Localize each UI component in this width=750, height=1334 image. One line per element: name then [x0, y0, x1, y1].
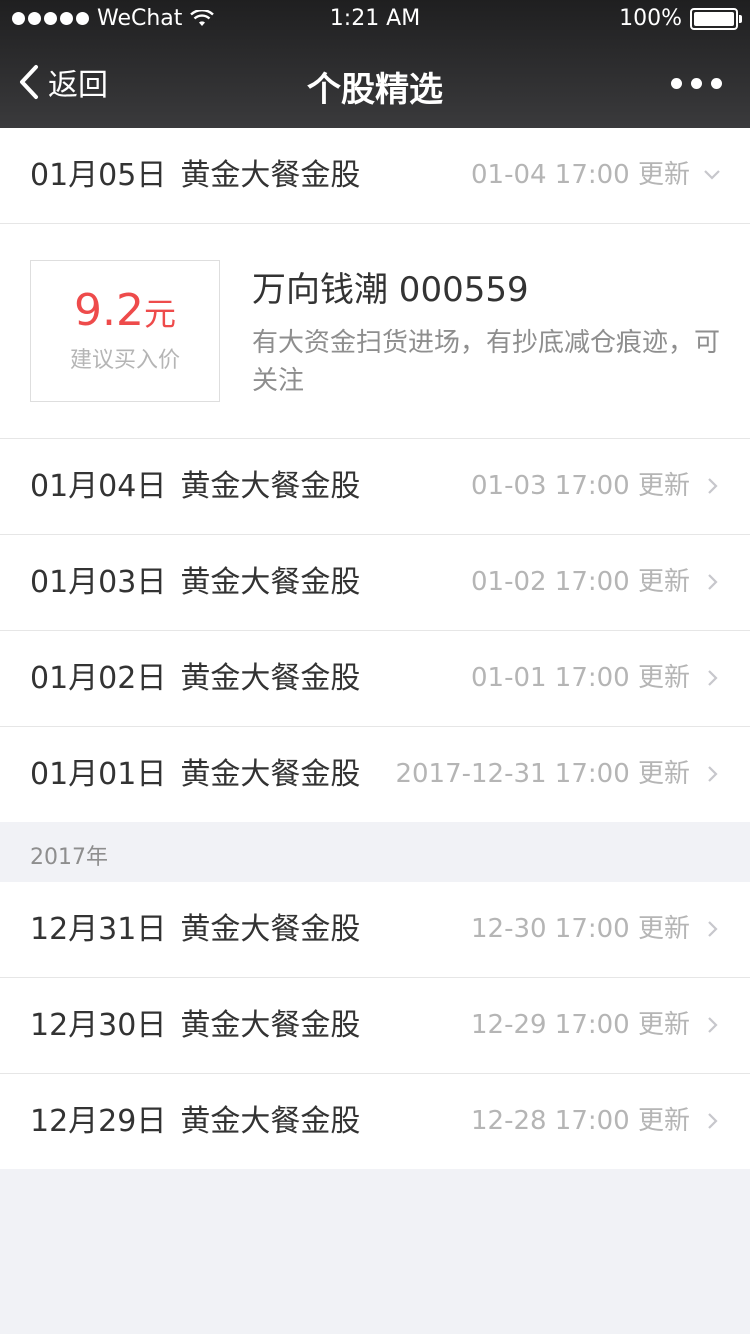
row-updated: 01-02 17:00 更新: [470, 567, 690, 597]
row-date: 01月05日: [30, 158, 167, 193]
row-name: 黄金大餐金股: [180, 158, 361, 193]
row-name: 黄金大餐金股: [180, 1104, 361, 1139]
row-date: 01月03日: [30, 565, 167, 600]
nav-bar: 返回 个股精选: [0, 40, 750, 128]
list-item[interactable]: 01月04日 黄金大餐金股 01-03 17:00 更新: [0, 439, 750, 535]
row-title: 12月30日 黄金大餐金股: [30, 978, 360, 1073]
row-title: 01月03日 黄金大餐金股: [30, 535, 360, 630]
list-item[interactable]: 12月29日 黄金大餐金股 12-28 17:00 更新: [0, 1074, 750, 1169]
row-updated: 12-29 17:00 更新: [470, 1010, 690, 1040]
more-button[interactable]: [671, 78, 722, 89]
page-title: 个股精选: [307, 70, 443, 110]
row-title: 01月05日 黄金大餐金股: [30, 128, 360, 223]
chevron-right-icon: [708, 1113, 718, 1129]
row-date: 01月01日: [30, 757, 167, 792]
list-item-expanded[interactable]: 01月05日 黄金大餐金股 01-04 17:00 更新: [0, 128, 750, 224]
top-bar: WeChat 1:21 AM 100% 返回 个股精选: [0, 0, 750, 128]
status-bar: WeChat 1:21 AM 100%: [0, 0, 750, 40]
price-box: 9.2元 建议买入价: [30, 260, 220, 402]
row-title: 01月04日 黄金大餐金股: [30, 439, 360, 534]
price-label: 建议买入价: [69, 348, 180, 373]
stock-description: 有大资金扫货进场，有抄底减仓痕迹，可关注: [252, 328, 721, 396]
row-date: 12月29日: [30, 1104, 167, 1139]
list-item[interactable]: 01月02日 黄金大餐金股 01-01 17:00 更新: [0, 631, 750, 727]
chevron-right-icon: [708, 670, 718, 686]
chevron-right-icon: [708, 478, 718, 494]
row-title: 01月02日 黄金大餐金股: [30, 631, 360, 726]
row-name: 黄金大餐金股: [180, 757, 361, 792]
more-dot: [671, 78, 682, 89]
battery-percent: 100%: [619, 6, 682, 31]
list-item[interactable]: 12月31日 黄金大餐金股 12-30 17:00 更新: [0, 882, 750, 978]
row-updated: 2017-12-31 17:00 更新: [395, 759, 690, 789]
row-updated: 01-04 17:00 更新: [470, 160, 690, 190]
row-date: 01月04日: [30, 469, 167, 504]
row-updated: 12-28 17:00 更新: [470, 1106, 690, 1136]
stock-pick-list: 01月05日 黄金大餐金股 01-04 17:00 更新 9.2元 建议买入价 万…: [0, 128, 750, 1169]
price-unit: 元: [143, 295, 176, 333]
chevron-down-icon: [704, 170, 720, 180]
chevron-right-icon: [708, 574, 718, 590]
price-value: 9.2: [74, 285, 144, 336]
row-date: 01月02日: [30, 661, 167, 696]
battery-icon: [690, 7, 742, 30]
row-title: 12月29日 黄金大餐金股: [30, 1074, 360, 1169]
suggested-price: 9.2元: [31, 285, 219, 336]
list-item[interactable]: 01月01日 黄金大餐金股 2017-12-31 17:00 更新: [0, 727, 750, 822]
row-name: 黄金大餐金股: [180, 912, 361, 947]
chevron-right-icon: [708, 766, 718, 782]
row-date: 12月31日: [30, 912, 167, 947]
more-dot: [691, 78, 702, 89]
section-header-2017: 2017年: [0, 822, 750, 882]
chevron-right-icon: [708, 1017, 718, 1033]
row-updated: 01-01 17:00 更新: [470, 663, 690, 693]
chevron-right-icon: [708, 921, 718, 937]
stock-name: 万向钱潮 000559: [252, 270, 529, 310]
status-right: 100%: [619, 6, 742, 31]
row-title: 12月31日 黄金大餐金股: [30, 882, 360, 977]
row-name: 黄金大餐金股: [180, 661, 361, 696]
list-item[interactable]: 01月03日 黄金大餐金股 01-02 17:00 更新: [0, 535, 750, 631]
list-item[interactable]: 12月30日 黄金大餐金股 12-29 17:00 更新: [0, 978, 750, 1074]
row-name: 黄金大餐金股: [180, 469, 361, 504]
row-updated: 01-03 17:00 更新: [470, 471, 690, 501]
more-dot: [711, 78, 722, 89]
row-name: 黄金大餐金股: [180, 565, 361, 600]
row-date: 12月30日: [30, 1008, 167, 1043]
row-name: 黄金大餐金股: [180, 1008, 361, 1043]
stock-detail-card[interactable]: 9.2元 建议买入价 万向钱潮 000559 有大资金扫货进场，有抄底减仓痕迹，…: [0, 224, 750, 439]
row-title: 01月01日 黄金大餐金股: [30, 727, 360, 822]
row-updated: 12-30 17:00 更新: [470, 914, 690, 944]
